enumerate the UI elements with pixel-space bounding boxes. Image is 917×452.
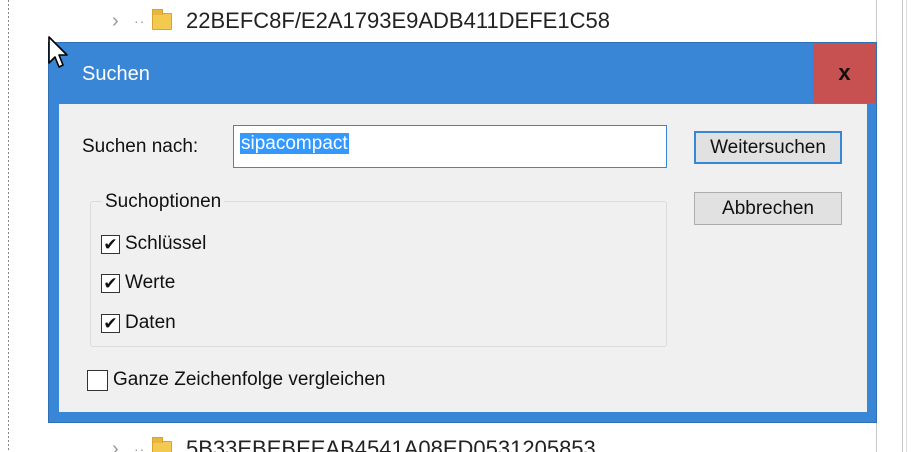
search-options-group: Suchoptionen [90,191,667,347]
checkmark-icon: ✔ [103,234,118,254]
tree-connector: ·· [134,13,146,29]
checkbox-label: Ganze Zeichenfolge vergleichen [113,369,386,390]
search-input[interactable]: sipacompact [233,125,667,168]
tree-node-label: 5B33EBEBEEAB4541A08ED0531205853 [186,436,596,452]
checkbox-values[interactable]: ✔ Werte [101,272,175,294]
pane-divider [906,0,907,452]
checkbox[interactable]: ✔ [101,313,120,333]
find-next-button[interactable]: Weitersuchen [694,131,842,164]
tree-node-label: 22BEFC8F/E2A1793E9ADB411DEFE1C58 [186,8,610,33]
checkbox-match-whole[interactable]: Ganze Zeichenfolge vergleichen [87,369,386,391]
checkbox-label: Daten [125,312,176,333]
tree-node[interactable]: › ·· 22BEFC8F/E2A1793E9ADB411DEFE1C58 [112,6,610,36]
dialog-body: Suchen nach: sipacompact Weitersuchen Ab… [59,104,867,412]
folder-icon [152,8,172,30]
cancel-button[interactable]: Abbrechen [694,192,842,225]
search-label: Suchen nach: [82,136,199,157]
find-dialog: Suchen x Suchen nach: sipacompact Weiter… [48,42,877,423]
folder-icon [152,436,172,452]
checkbox[interactable]: ✔ [101,273,120,293]
tree-connector: ·· [134,441,146,452]
chevron-right-icon[interactable]: › [112,10,134,33]
checkbox-label: Werte [125,272,176,293]
mouse-cursor-icon [48,36,68,68]
dialog-title: Suchen [82,63,150,85]
search-input-value: sipacompact [240,133,349,154]
group-label: Suchoptionen [102,191,225,213]
chevron-right-icon[interactable]: › [112,438,134,452]
checkbox[interactable]: ✔ [101,234,120,254]
close-button[interactable]: x [813,43,876,103]
checkmark-icon: ✔ [103,313,118,333]
tree-guide-line [8,0,9,452]
checkbox-label: Schlüssel [125,233,207,254]
tree-node[interactable]: › ·· 5B33EBEBEEAB4541A08ED0531205853 [112,434,596,452]
checkbox-data[interactable]: ✔ Daten [101,312,176,334]
checkbox-keys[interactable]: ✔ Schlüssel [101,233,206,255]
checkmark-icon: ✔ [103,273,118,293]
close-icon: x [838,60,851,85]
pane-divider [902,0,903,452]
checkbox[interactable] [87,369,108,391]
title-bar[interactable]: Suchen x [49,43,876,103]
